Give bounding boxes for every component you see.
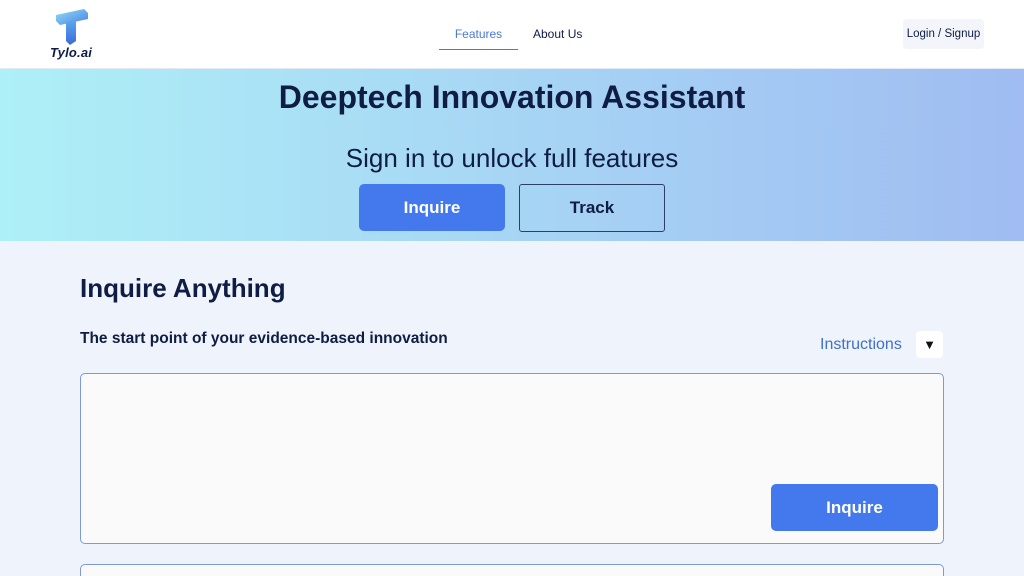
hero-banner: Deeptech Innovation Assistant Sign in to…: [0, 69, 1024, 241]
inquiry-input[interactable]: [82, 375, 762, 475]
hero-subtitle: Sign in to unlock full features: [345, 143, 679, 173]
nav-item-about-us[interactable]: About Us: [533, 18, 582, 50]
section-title: Inquire Anything: [80, 273, 286, 303]
top-header: Tylo.ai Features About Us Login / Signup: [0, 0, 1024, 69]
brand-name: Tylo.ai: [50, 45, 93, 60]
hero-track-button[interactable]: Track: [519, 184, 665, 232]
results-panel: [80, 564, 944, 576]
inquire-submit-button[interactable]: Inquire: [771, 484, 938, 531]
login-signup-button[interactable]: Login / Signup: [903, 19, 984, 49]
main-nav: Features About Us: [439, 18, 582, 50]
hero-inquire-button[interactable]: Inquire: [359, 184, 505, 231]
t-logo-icon: [56, 9, 88, 45]
triangle-down-icon: ▼: [923, 337, 936, 352]
hero-title: Deeptech Innovation Assistant: [278, 79, 746, 115]
instructions-toggle-button[interactable]: ▼: [916, 331, 943, 358]
brand-logo[interactable]: Tylo.ai: [50, 7, 96, 61]
inquiry-panel: Inquire: [80, 373, 944, 544]
section-subtitle: The start point of your evidence-based i…: [80, 330, 448, 347]
nav-item-features[interactable]: Features: [439, 18, 518, 50]
instructions-link[interactable]: Instructions: [820, 336, 902, 354]
